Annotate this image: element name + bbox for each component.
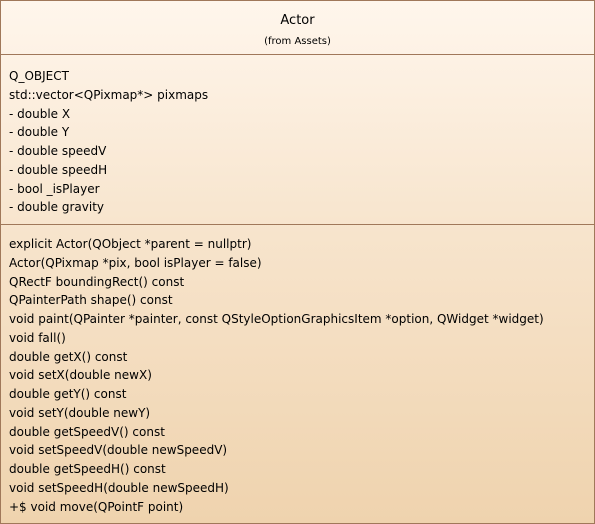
operation-line: Actor(QPixmap *pix, bool isPlayer = fals… — [9, 255, 262, 270]
attribute-line: - double gravity — [9, 200, 105, 215]
class-name: Actor — [280, 13, 315, 28]
uml-class-box[interactable]: Actor (from Assets) Q_OBJECT std::vector… — [0, 0, 595, 524]
attribute-line: - double speedV — [9, 144, 107, 158]
operation-line: +$ void move(QPointF point) — [9, 499, 184, 514]
attribute-line: Q_OBJECT — [9, 69, 69, 83]
operation-line: void setX(double newX) — [9, 368, 152, 383]
operation-line: double getSpeedH() const — [9, 462, 166, 476]
operations-compartment: explicit Actor(QObject *parent = nullptr… — [1, 225, 594, 516]
attribute-line: - bool _isPlayer — [9, 181, 100, 196]
operation-line: explicit Actor(QObject *parent = nullptr… — [9, 237, 252, 251]
class-header: Actor (from Assets) — [1, 1, 594, 55]
operation-line: double getX() const — [9, 349, 128, 364]
operation-line: void paint(QPainter *painter, const QSty… — [9, 312, 544, 326]
attributes-compartment: Q_OBJECT std::vector<QPixmap*> pixmaps -… — [1, 55, 594, 225]
operation-line: QPainterPath shape() const — [9, 293, 173, 308]
attribute-line: - double Y — [9, 125, 70, 140]
operation-line: void setY(double newY) — [9, 405, 151, 420]
operation-line: void setSpeedV(double newSpeedV) — [9, 443, 228, 458]
operation-line: double getSpeedV() const — [9, 424, 165, 439]
attribute-line: - double speedH — [9, 162, 108, 177]
class-package: (from Assets) — [264, 36, 331, 47]
operation-line: double getY() const — [9, 387, 127, 401]
operation-line: QRectF boundingRect() const — [9, 274, 185, 289]
operation-line: void fall() — [9, 330, 66, 345]
operation-line: void setSpeedH(double newSpeedH) — [9, 480, 229, 495]
attribute-line: - double X — [9, 106, 71, 121]
attribute-line: std::vector<QPixmap*> pixmaps — [9, 87, 209, 102]
